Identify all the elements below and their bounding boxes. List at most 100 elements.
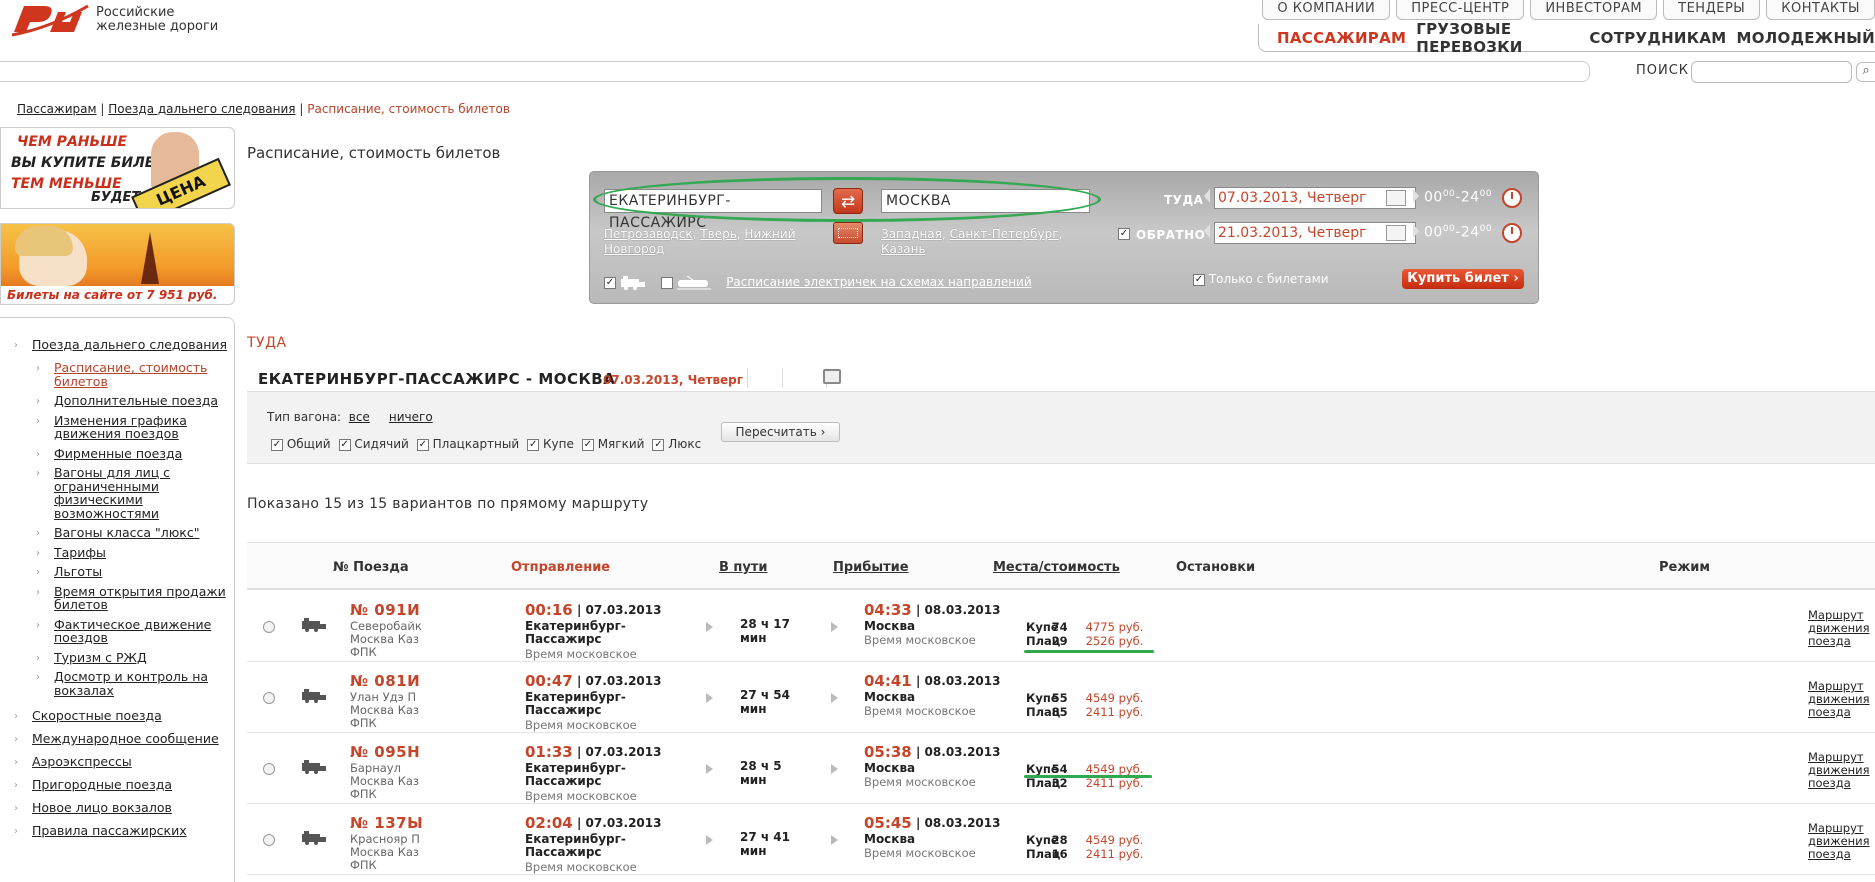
long-distance-checkbox[interactable]: ✓ [604,276,616,289]
prev-date-icon[interactable] [1204,189,1210,203]
sidebar-link[interactable]: Правила пассажирских [32,823,187,838]
only-tickets-checkbox[interactable]: ✓ [1193,273,1205,286]
sidebar-item-accessible[interactable]: › Вагоны для лиц с ограниченными физическ… [14,466,228,520]
sidebar-item-stations[interactable]: › Новое лицо вокзалов [14,801,228,815]
clock-icon[interactable] [1502,223,1522,243]
nav-tenders[interactable]: ТЕНДЕРЫ [1663,0,1761,20]
sidebar-item-tariffs[interactable]: › Тарифы [14,545,228,560]
car-type-obshchiy[interactable]: ✓ Общий [271,437,331,451]
sidebar-link[interactable]: Время открытия продажи билетов [54,584,226,613]
sidebar-item-long-distance[interactable]: › Поезда дальнего следования [14,338,228,352]
sidebar-link[interactable]: Досмотр и контроль на вокзалах [54,669,208,698]
rzd-logo[interactable]: Российские железные дороги [10,2,240,46]
seat-platskart[interactable]: Плац 29 2526 руб. [1026,634,1143,648]
seat-kupe[interactable]: Купе 28 4549 руб. [1026,833,1143,847]
sidebar-link[interactable]: Скоростные поезда [32,708,162,723]
car-type-lux[interactable]: ✓ Люкс [652,437,701,451]
sidebar-link[interactable]: Пригородные поезда [32,777,172,792]
sidebar-link[interactable]: Расписание, стоимость билетов [54,360,207,389]
next-date-icon[interactable] [1413,189,1419,203]
suburban-checkbox[interactable] [661,276,674,289]
row-select-radio[interactable] [263,763,275,775]
breadcrumb-long-distance[interactable]: Поезда дальнего следования [108,102,295,116]
recalculate-button[interactable]: Пересчитать › [721,422,840,442]
table-row[interactable]: № 081И Улан Удэ П Москва Каз ФПК 00:47 | 07.0… [247,662,1875,733]
swap-stations-icon[interactable]: ⇄ [833,188,863,214]
row-select-radio[interactable] [263,692,275,704]
calendar-icon[interactable] [1386,225,1406,241]
sidebar-item-actual-movement[interactable]: › Фактическое движение поездов [14,617,228,646]
nav-contacts[interactable]: КОНТАКТЫ [1766,0,1875,20]
seat-platskart[interactable]: Плац 85 2411 руб. [1026,705,1143,719]
sidebar-link[interactable]: Фирменные поезда [54,446,182,461]
seat-platskart[interactable]: Плац 32 2411 руб. [1026,776,1143,790]
buy-ticket-button[interactable]: Купить билет › [1402,269,1524,289]
sidebar-item-sales-time[interactable]: › Время открытия продажи билетов [14,584,228,613]
car-type-myagkiy[interactable]: ✓ Мягкий [581,437,644,451]
nav-youth[interactable]: МОЛОДЕЖНЫЙ [1736,29,1875,47]
sidebar-item-schedule-changes[interactable]: › Изменения графика движения поездов [14,413,228,442]
col-arrival[interactable]: Прибытие [833,560,909,575]
sidebar-item-benefits[interactable]: › Льготы [14,565,228,579]
sidebar-link[interactable]: Туризм с РЖД [54,650,147,665]
from-suggestion[interactable]: Тверь [700,227,736,241]
seat-kupe[interactable]: Купе 74 4775 руб. [1026,620,1143,634]
nav-employees[interactable]: СОТРУДНИКАМ [1589,29,1726,47]
nav-passengers[interactable]: ПАССАЖИРАМ [1277,29,1406,47]
next-date-icon[interactable] [1413,224,1419,238]
back-time-range[interactable]: 0000-2400 [1424,224,1492,241]
route-link[interactable]: Маршрут движения поезда [1808,609,1870,648]
sidebar-item-inspection[interactable]: › Досмотр и контроль на вокзалах [14,670,228,697]
sidebar-link[interactable]: Международное сообщение [32,731,219,746]
route-link[interactable]: Маршрут движения поезда [1808,680,1870,719]
nav-press[interactable]: ПРЕСС-ЦЕНТР [1396,0,1525,20]
to-station-input[interactable]: МОСКВА [881,189,1090,213]
route-link[interactable]: Маршрут движения поезда [1808,822,1870,861]
search-icon[interactable]: ⌕ [1856,62,1875,82]
col-seats[interactable]: Места/стоимость [993,560,1120,575]
sidebar-item-high-speed[interactable]: › Скоростные поезда [14,709,228,723]
sidebar-link[interactable]: Тарифы [54,545,106,560]
elektr-schedule-link[interactable]: Расписание электричек на схемах направле… [726,275,1031,289]
seat-kupe[interactable]: Купе 54 4549 руб. [1026,762,1143,776]
sidebar-item-tourism[interactable]: › Туризм с РЖД [14,650,228,665]
there-time-range[interactable]: 0000-2400 [1424,189,1492,206]
sidebar-link[interactable]: Льготы [54,564,102,579]
print-icon[interactable] [823,369,841,384]
filter-none-link[interactable]: ничего [389,410,433,424]
sidebar-item-international[interactable]: › Международное сообщение [14,732,228,746]
prev-date-icon[interactable] [1204,224,1210,238]
sidebar-item-rules[interactable]: › Правила пассажирских [14,824,228,838]
back-checkbox[interactable]: ✓ [1118,227,1130,240]
price-banner[interactable]: ЧЕМ РАНЬШЕ ВЫ КУПИТЕ БИЛЕТ, ТЕМ МЕНЬШЕ Б… [0,127,235,209]
seat-kupe[interactable]: Купе 55 4549 руб. [1026,691,1143,705]
row-select-radio[interactable] [263,834,275,846]
col-enroute[interactable]: В пути [719,560,768,575]
sidebar-link[interactable]: Изменения графика движения поездов [54,413,187,442]
table-row[interactable]: № 137Ы Краснояр П Москва Каз ФПК 02:04 | 07.0… [247,804,1875,875]
sidebar-link[interactable]: Фактическое движение поездов [54,617,211,646]
search-input[interactable] [1691,61,1852,83]
keyboard-icon[interactable] [833,222,863,244]
sidebar-link[interactable]: Аэроэкспрессы [32,754,132,769]
row-select-radio[interactable] [263,621,275,633]
sidebar-link[interactable]: Дополнительные поезда [54,393,218,408]
sidebar-link[interactable]: Поезда дальнего следования [32,337,227,352]
clock-icon[interactable] [1502,188,1522,208]
from-suggestion[interactable]: Петрозаводск [604,227,693,241]
sidebar-link[interactable]: Новое лицо вокзалов [32,800,172,815]
col-departure[interactable]: Отправление [511,560,610,575]
nav-company[interactable]: О КОМПАНИИ [1262,0,1391,20]
sidebar-item-aeroexpress[interactable]: › Аэроэкспрессы [14,755,228,769]
sidebar-link[interactable]: Вагоны для лиц с ограниченными физически… [54,465,170,521]
sidebar-link[interactable]: Вагоны класса "люкс" [54,525,199,540]
car-type-platskart[interactable]: ✓ Плацкартный [416,437,519,451]
sidebar-item-extra-trains[interactable]: › Дополнительные поезда [14,394,228,408]
sidebar-item-schedule[interactable]: › Расписание, стоимость билетов [14,361,228,388]
to-suggestion[interactable]: Западная [881,227,942,241]
to-suggestion[interactable]: Казань [881,242,926,256]
car-type-sidyachiy[interactable]: ✓ Сидячий [338,437,409,451]
table-row[interactable]: № 095Н Барнаул Москва Каз ФПК 01:33 | 07.03.2… [247,733,1875,804]
sidebar-item-suburban[interactable]: › Пригородные поезда [14,778,228,792]
nav-cargo[interactable]: ГРУЗОВЫЕ ПЕРЕВОЗКИ [1416,20,1579,56]
